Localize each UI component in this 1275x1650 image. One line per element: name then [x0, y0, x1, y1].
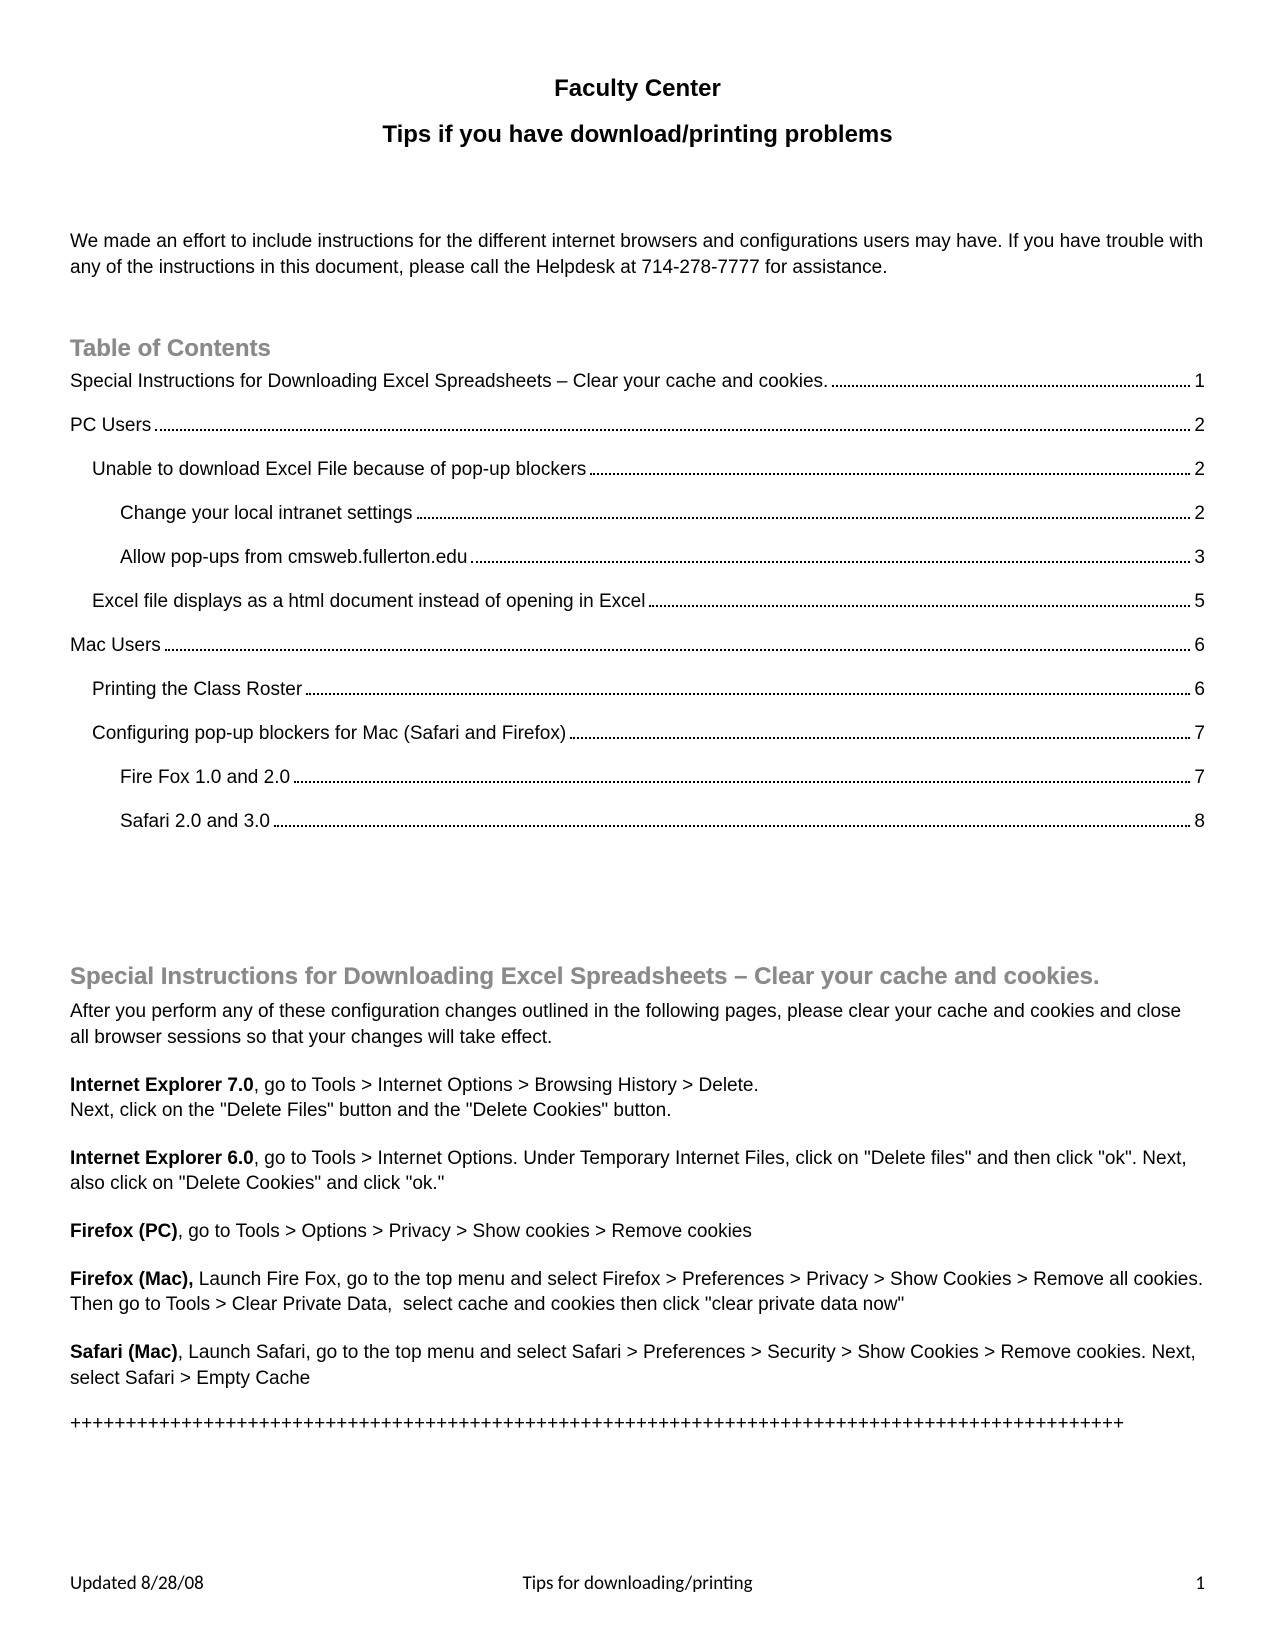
page-subtitle: Tips if you have download/printing probl…	[70, 121, 1205, 149]
toc-leader-dots	[306, 693, 1190, 695]
toc-entry[interactable]: Mac Users 6	[70, 635, 1205, 657]
toc-entry-label: Excel file displays as a html document i…	[92, 591, 645, 613]
toc-entry-page: 2	[1194, 503, 1205, 525]
instruction-text: Launch Fire Fox, go to the top menu and …	[70, 1269, 1208, 1316]
instruction-paragraph: Firefox (Mac), Launch Fire Fox, go to th…	[70, 1267, 1205, 1318]
toc-entry-label: Mac Users	[70, 635, 161, 657]
toc-entry-page: 6	[1194, 679, 1205, 701]
toc-entry-label: Special Instructions for Downloading Exc…	[70, 371, 828, 393]
toc-leader-dots	[155, 429, 1190, 431]
instruction-paragraph: Internet Explorer 7.0, go to Tools > Int…	[70, 1073, 1205, 1124]
toc-heading: Table of Contents	[70, 335, 1205, 363]
toc-leader-dots	[590, 473, 1190, 475]
divider-line: ++++++++++++++++++++++++++++++++++++++++…	[70, 1413, 1205, 1435]
toc-leader-dots	[471, 561, 1190, 563]
toc-entry[interactable]: Excel file displays as a html document i…	[70, 591, 1205, 613]
instruction-paragraph: Internet Explorer 6.0, go to Tools > Int…	[70, 1146, 1205, 1197]
toc-entry[interactable]: Safari 2.0 and 3.0 8	[70, 811, 1205, 833]
toc-entry-page: 3	[1194, 547, 1205, 569]
section1-heading: Special Instructions for Downloading Exc…	[70, 963, 1205, 991]
toc-entry-page: 5	[1194, 591, 1205, 613]
toc-entry-page: 2	[1194, 415, 1205, 437]
page-title: Faculty Center	[70, 75, 1205, 103]
toc-entry[interactable]: Special Instructions for Downloading Exc…	[70, 371, 1205, 393]
instruction-browser-name: Firefox (Mac),	[70, 1269, 194, 1290]
toc-leader-dots	[570, 737, 1190, 739]
instruction-paragraph: Firefox (PC), go to Tools > Options > Pr…	[70, 1219, 1205, 1245]
toc-entry-page: 7	[1194, 767, 1205, 789]
toc-entry-page: 6	[1194, 635, 1205, 657]
toc-leader-dots	[274, 825, 1190, 827]
toc-entry[interactable]: Change your local intranet settings 2	[70, 503, 1205, 525]
instruction-text: , Launch Safari, go to the top menu and …	[70, 1342, 1201, 1389]
toc-entry[interactable]: Printing the Class Roster 6	[70, 679, 1205, 701]
footer-page-number: 1	[1195, 1572, 1205, 1595]
instruction-browser-name: Internet Explorer 7.0	[70, 1075, 254, 1096]
toc-entry[interactable]: Fire Fox 1.0 and 2.0 7	[70, 767, 1205, 789]
section1-intro: After you perform any of these configura…	[70, 999, 1205, 1050]
toc-leader-dots	[294, 781, 1190, 783]
toc-entry[interactable]: Allow pop-ups from cmsweb.fullerton.edu …	[70, 547, 1205, 569]
instruction-browser-name: Internet Explorer 6.0	[70, 1148, 254, 1169]
toc-entry-label: Configuring pop-up blockers for Mac (Saf…	[92, 723, 566, 745]
toc-leader-dots	[165, 649, 1191, 651]
toc-entry-page: 1	[1194, 371, 1205, 393]
toc-entry-page: 2	[1194, 459, 1205, 481]
instruction-paragraph: Safari (Mac), Launch Safari, go to the t…	[70, 1340, 1205, 1391]
toc-entry-page: 8	[1194, 811, 1205, 833]
toc-entry[interactable]: PC Users 2	[70, 415, 1205, 437]
toc-entry[interactable]: Unable to download Excel File because of…	[70, 459, 1205, 481]
toc-entry-label: Change your local intranet settings	[120, 503, 413, 525]
toc-leader-dots	[649, 605, 1190, 607]
toc-entry-label: Allow pop-ups from cmsweb.fullerton.edu	[120, 547, 467, 569]
instruction-browser-name: Firefox (PC)	[70, 1221, 178, 1242]
footer-title: Tips for downloading/printing	[522, 1572, 752, 1595]
toc-entry[interactable]: Configuring pop-up blockers for Mac (Saf…	[70, 723, 1205, 745]
toc-entry-label: Safari 2.0 and 3.0	[120, 811, 270, 833]
table-of-contents: Special Instructions for Downloading Exc…	[70, 371, 1205, 833]
intro-paragraph: We made an effort to include instruction…	[70, 229, 1205, 280]
instruction-text: , go to Tools > Options > Privacy > Show…	[178, 1221, 752, 1242]
instruction-browser-name: Safari (Mac)	[70, 1342, 178, 1363]
page-footer: Updated 8/28/08 Tips for downloading/pri…	[70, 1572, 1205, 1595]
footer-updated: Updated 8/28/08	[70, 1572, 204, 1595]
toc-entry-page: 7	[1194, 723, 1205, 745]
toc-leader-dots	[832, 385, 1190, 387]
toc-entry-label: Printing the Class Roster	[92, 679, 302, 701]
toc-entry-label: Fire Fox 1.0 and 2.0	[120, 767, 290, 789]
toc-entry-label: Unable to download Excel File because of…	[92, 459, 586, 481]
toc-entry-label: PC Users	[70, 415, 151, 437]
toc-leader-dots	[417, 517, 1191, 519]
